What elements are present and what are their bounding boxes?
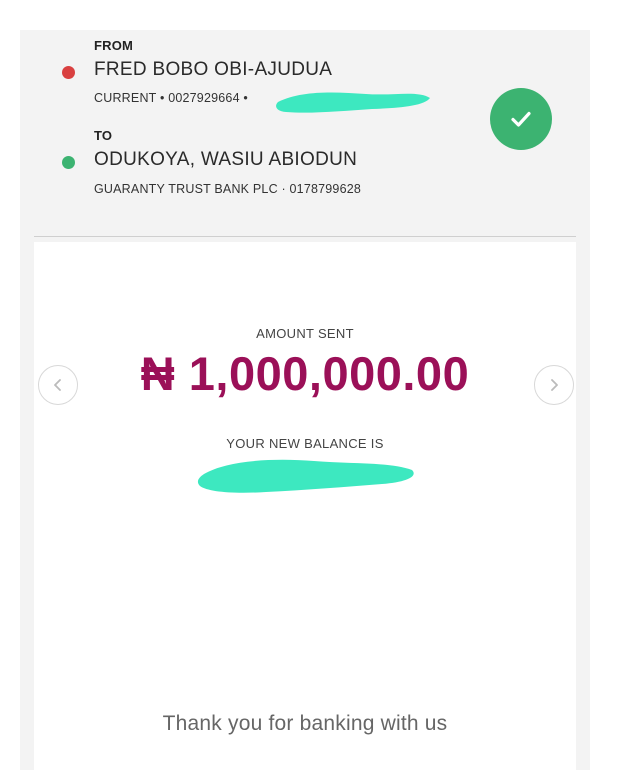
check-icon bbox=[511, 111, 531, 127]
next-button[interactable] bbox=[534, 365, 574, 405]
new-balance-label: YOUR NEW BALANCE IS bbox=[226, 436, 384, 451]
to-label: TO bbox=[94, 128, 113, 143]
transfer-receipt-page: FROM FRED BOBO OBI-AJUDUA CURRENT • 0027… bbox=[0, 0, 640, 784]
amount-sent-label: AMOUNT SENT bbox=[256, 326, 354, 341]
header-divider bbox=[34, 236, 576, 237]
previous-button[interactable] bbox=[38, 365, 78, 405]
transfer-header: FROM FRED BOBO OBI-AJUDUA CURRENT • 0027… bbox=[20, 30, 590, 234]
thank-you-message: Thank you for banking with us bbox=[162, 712, 448, 735]
success-check-badge bbox=[490, 88, 552, 150]
to-name: ODUKOYA, WASIU ABIODUN bbox=[94, 149, 358, 170]
chevron-right-icon bbox=[551, 379, 558, 391]
amount-sent-value: ₦ 1,000,000.00 bbox=[140, 347, 470, 400]
balance-redaction bbox=[197, 459, 414, 493]
from-status-dot bbox=[62, 66, 75, 79]
from-account-redaction bbox=[276, 92, 430, 113]
to-account: GUARANTY TRUST BANK PLC · 0178799628 bbox=[94, 182, 362, 196]
from-account: CURRENT • 0027929664 • bbox=[94, 91, 248, 105]
from-name: FRED BOBO OBI-AJUDUA bbox=[94, 59, 333, 80]
to-status-dot bbox=[62, 156, 75, 169]
chevron-left-icon bbox=[54, 379, 61, 391]
amount-panel: AMOUNT SENT ₦ 1,000,000.00 YOUR NEW BALA… bbox=[34, 242, 576, 770]
from-label: FROM bbox=[94, 38, 134, 53]
receipt-card: FROM FRED BOBO OBI-AJUDUA CURRENT • 0027… bbox=[20, 30, 590, 770]
